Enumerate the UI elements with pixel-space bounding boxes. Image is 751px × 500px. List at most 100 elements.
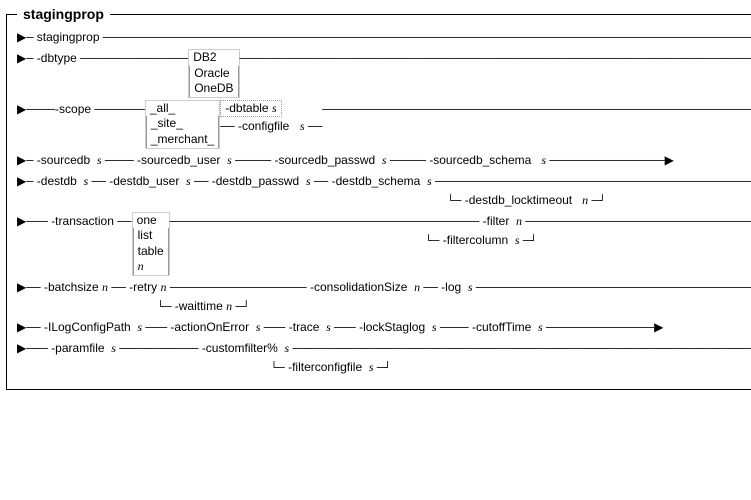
scope-options: _all_ _site_ _merchant_: [145, 100, 220, 149]
sourcedb-user-flag: -sourcedb_user: [137, 153, 220, 167]
destdb-schema-flag: -destdb_schema: [332, 174, 421, 188]
retry-var: n: [160, 280, 166, 294]
rail: ────────────────────────────────────────…: [322, 103, 751, 117]
rail: ────────────────────────────────────────…: [476, 281, 751, 295]
batchsize-var: n: [102, 280, 108, 294]
destdb-locktimeout-var: n: [582, 193, 588, 207]
filtercolumn-var: s: [515, 233, 520, 247]
row-main: ▶─ stagingprop ─────────────────────────…: [17, 28, 751, 47]
row-scope: ▶──── -scope ─────── _all_ _site_ _merch…: [17, 100, 751, 149]
row-transaction: ▶─── -transaction ── one list table n ──…: [17, 212, 751, 276]
sourcedb-schema-flag: -sourcedb_schema: [429, 153, 531, 167]
rail: └─: [425, 234, 439, 248]
rail: ───────────────: [80, 52, 188, 66]
sourcedb-passwd-flag: -sourcedb_passwd: [274, 153, 375, 167]
rail-start-icon: ▶──: [17, 281, 41, 295]
destdb-user-var: s: [186, 174, 191, 188]
sourcedb-user-var: s: [227, 153, 232, 167]
customfilter-var: s: [285, 341, 290, 355]
destdb-schema-var: s: [427, 174, 432, 188]
sourcedb-flag: -sourcedb: [37, 153, 90, 167]
rail: ───: [334, 321, 356, 335]
rail: ────────────────────────────────────────…: [293, 342, 751, 356]
diagram-title: stagingprop: [17, 6, 110, 22]
rail: ────: [105, 154, 134, 168]
rail: ──: [194, 175, 208, 189]
transaction-option-table: table: [138, 244, 164, 258]
syntax-diagram: stagingprop ▶─ stagingprop ─────────────…: [6, 6, 751, 390]
rail: ────────────────────────────────────────…: [525, 215, 751, 229]
rail: ──: [117, 215, 131, 229]
dbtype-option-db2: DB2: [193, 50, 216, 64]
rail-start-icon: ▶────: [17, 103, 55, 117]
rail-start-icon: ▶─: [17, 31, 33, 45]
rail: ─┘: [592, 194, 606, 208]
retry-flag: -retry: [129, 280, 157, 294]
sourcedb-var: s: [97, 153, 102, 167]
rail: ─────: [235, 154, 271, 168]
trace-flag: -trace: [289, 320, 320, 334]
rail: └─: [157, 300, 171, 314]
rail: ────────────────────────────────────────…: [240, 52, 751, 66]
dbtype-options: DB2 Oracle OneDB: [188, 49, 239, 98]
destdb-flag: -destdb: [37, 174, 77, 188]
rail-start-icon: ▶──: [17, 321, 41, 335]
transaction-option-list: list: [138, 228, 153, 242]
scope-option-all: _all_: [150, 101, 175, 115]
row-dbtype: ▶─ -dbtype ─────────────── DB2 Oracle On…: [17, 49, 751, 98]
rail-start-icon: ▶─: [17, 154, 33, 168]
waittime-var: n: [226, 299, 232, 313]
sourcedb-passwd-var: s: [382, 153, 387, 167]
rail-start-icon: ▶─: [17, 175, 33, 189]
rail: ──: [314, 175, 328, 189]
rail: ───────────: [119, 342, 198, 356]
lockstaglog-var: s: [432, 320, 437, 334]
rail: ──: [308, 120, 322, 134]
actiononerror-flag: -actionOnError: [170, 320, 249, 334]
consolidationsize-flag: -consolidationSize: [310, 280, 407, 294]
actiononerror-var: s: [256, 320, 261, 334]
transaction-options: one list table n: [132, 212, 170, 276]
rail: ───: [264, 321, 286, 335]
row-ilog: ▶── -ILogConfigPath s ─── -actionOnError…: [17, 318, 751, 337]
rail: ────────────────▶: [549, 154, 673, 168]
rail: ────────────────────────────────────────…: [170, 215, 480, 229]
filter-flag: -filter: [483, 214, 510, 228]
row-batch: ▶── -batchsize n ── -retry n ───────────…: [17, 278, 751, 316]
dbtable-var: s: [272, 101, 277, 115]
log-flag: -log: [441, 280, 461, 294]
filterconfigfile-var: s: [369, 360, 374, 374]
dbtable-flag: -dbtable: [225, 101, 268, 115]
row-destdb: ▶─ -destdb s ── -destdb_user s ── -destd…: [17, 172, 751, 210]
lockstaglog-flag: -lockStaglog: [359, 320, 425, 334]
dbtable-branch: -dbtable s: [220, 100, 281, 117]
rail: ───────────────────: [170, 281, 307, 295]
dbtype-flag: -dbtype: [37, 51, 77, 65]
rail-start-icon: ▶───: [17, 342, 48, 356]
consolidationsize-var: n: [414, 280, 420, 294]
row-paramfile: ▶─── -paramfile s ─────────── -customfil…: [17, 339, 751, 377]
destdb-locktimeout-flag: -destdb_locktimeout: [465, 193, 572, 207]
transaction-option-one: one: [137, 213, 157, 227]
destdb-passwd-var: s: [306, 174, 311, 188]
destdb-passwd-flag: -destdb_passwd: [212, 174, 299, 188]
rail: ────────────────────────────────────────…: [435, 175, 751, 189]
paramfile-var: s: [111, 341, 116, 355]
sourcedb-schema-var: s: [541, 153, 546, 167]
ilogconfigpath-flag: -ILogConfigPath: [44, 320, 131, 334]
log-var: s: [468, 280, 473, 294]
rail: ────────────────────────────────────────…: [103, 31, 751, 45]
filtercolumn-flag: -filtercolumn: [443, 233, 508, 247]
batchsize-flag: -batchsize: [44, 280, 99, 294]
rail: ───: [145, 321, 167, 335]
waittime-flag: -waittime: [175, 299, 223, 313]
configfile-var: s: [300, 119, 305, 133]
configfile-flag: -configfile: [238, 119, 289, 133]
rail: ──: [111, 281, 125, 295]
ilogconfigpath-var: s: [137, 320, 142, 334]
main-command: stagingprop: [37, 30, 100, 44]
transaction-option-n: n: [138, 259, 144, 273]
filter-var: n: [516, 214, 522, 228]
rail-start-icon: ▶───: [17, 215, 48, 229]
dbtype-option-oracle: Oracle: [194, 66, 229, 80]
